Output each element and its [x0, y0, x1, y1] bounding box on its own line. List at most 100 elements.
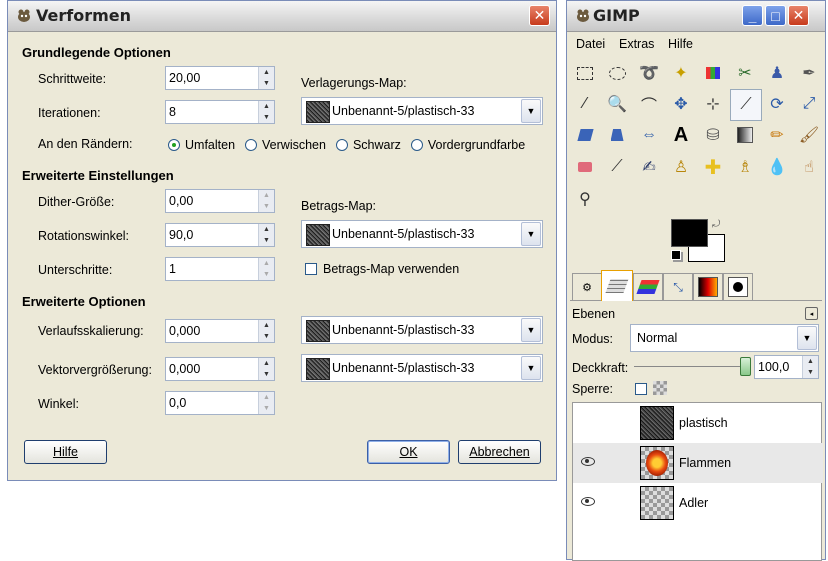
- dialog-close-button[interactable]: ✕: [529, 5, 550, 26]
- angle-down-icon[interactable]: ▼: [259, 403, 274, 414]
- vector-magnitude-input[interactable]: [166, 358, 258, 380]
- tab-tool-options[interactable]: ⚙: [572, 273, 602, 301]
- opacity-down-icon[interactable]: ▼: [803, 367, 818, 378]
- use-magnitude-map-checkbox[interactable]: [305, 263, 317, 275]
- foreground-color-swatch[interactable]: [671, 219, 708, 247]
- shear-icon[interactable]: [570, 120, 600, 150]
- align-icon[interactable]: ⊹: [698, 89, 728, 119]
- chevron-down-icon[interactable]: ▼: [521, 318, 541, 342]
- gradient-scale-input[interactable]: [166, 320, 258, 342]
- fuzzy-select-icon[interactable]: ✦: [666, 58, 696, 88]
- cancel-button[interactable]: Abbrechen: [458, 440, 541, 464]
- ok-button[interactable]: OK: [367, 440, 450, 464]
- dither-input[interactable]: [166, 190, 258, 212]
- chevron-down-icon[interactable]: ▼: [521, 99, 541, 123]
- rotation-up-icon[interactable]: ▲: [259, 224, 274, 235]
- edge-radio-verwischen[interactable]: Verwischen: [245, 138, 326, 152]
- perspective-icon[interactable]: [602, 120, 632, 150]
- help-button[interactable]: Hilfe: [24, 440, 107, 464]
- dither-down-icon[interactable]: ▼: [259, 201, 274, 212]
- gimp-close-button[interactable]: ✕: [788, 5, 809, 26]
- paintbrush-icon[interactable]: 🖌: [794, 120, 824, 150]
- move-icon[interactable]: ✥: [666, 89, 696, 119]
- ink-icon[interactable]: ✍: [634, 152, 664, 182]
- substeps-down-icon[interactable]: ▼: [259, 269, 274, 280]
- flip-icon[interactable]: ⇔: [634, 120, 664, 150]
- tab-gradients[interactable]: [693, 273, 723, 301]
- rotation-input[interactable]: [166, 224, 258, 246]
- dodge-burn-icon[interactable]: ⚲: [570, 184, 600, 214]
- angle-input[interactable]: [166, 392, 258, 414]
- menu-hilfe[interactable]: Hilfe: [668, 37, 693, 51]
- tab-paths[interactable]: ⤡: [663, 273, 693, 301]
- chevron-down-icon[interactable]: ▼: [521, 356, 541, 380]
- text-icon[interactable]: A: [666, 120, 696, 150]
- vector-down-icon[interactable]: ▼: [259, 369, 274, 380]
- swap-colors-icon[interactable]: ⤾: [712, 219, 720, 230]
- layer-row-plastisch[interactable]: plastisch: [573, 403, 823, 443]
- visibility-eye-icon[interactable]: [581, 457, 595, 466]
- lasso-icon[interactable]: ➰: [634, 58, 664, 88]
- tab-channels[interactable]: [633, 273, 663, 301]
- blur-icon[interactable]: 💧: [762, 152, 792, 182]
- iterations-input[interactable]: [166, 101, 258, 123]
- gimp-titlebar[interactable]: GIMP _ □ ✕: [567, 1, 825, 32]
- default-colors-icon[interactable]: [671, 250, 681, 260]
- rotate-icon[interactable]: ⟳: [762, 89, 792, 119]
- eraser-icon[interactable]: [570, 152, 600, 182]
- tab-layers[interactable]: [601, 270, 633, 301]
- panel-menu-icon[interactable]: ◂: [805, 307, 818, 320]
- iterations-down-icon[interactable]: ▼: [259, 112, 274, 123]
- gradient-up-icon[interactable]: ▲: [259, 320, 274, 331]
- opacity-up-icon[interactable]: ▲: [803, 356, 818, 367]
- zoom-icon[interactable]: 🔍: [602, 89, 632, 119]
- edge-radio-vordergrundfarbe[interactable]: Vordergrundfarbe: [410, 138, 525, 152]
- visibility-eye-icon[interactable]: [581, 497, 595, 506]
- use-magnitude-map-label[interactable]: Betrags-Map verwenden: [323, 262, 459, 276]
- opacity-slider-handle[interactable]: [740, 357, 751, 376]
- substeps-input[interactable]: [166, 258, 258, 280]
- gradient-down-icon[interactable]: ▼: [259, 331, 274, 342]
- color-picker-icon[interactable]: ⁄: [570, 89, 600, 119]
- edge-radio-umfalten[interactable]: Umfalten: [168, 138, 235, 152]
- vector-up-icon[interactable]: ▲: [259, 358, 274, 369]
- perspective-clone-icon[interactable]: ♗: [730, 152, 760, 182]
- measure-icon[interactable]: ⌒: [634, 89, 664, 119]
- lock-checkbox[interactable]: [635, 383, 647, 395]
- menu-datei[interactable]: Datei: [576, 37, 605, 51]
- displacement-map-combo[interactable]: Unbenannt-5/plastisch-33 ▼: [301, 97, 543, 125]
- clone-icon[interactable]: ♙: [666, 152, 696, 182]
- step-up-icon[interactable]: ▲: [259, 67, 274, 78]
- step-down-icon[interactable]: ▼: [259, 78, 274, 89]
- angle-up-icon[interactable]: ▲: [259, 392, 274, 403]
- opacity-slider-track[interactable]: [634, 366, 747, 367]
- tab-brushes[interactable]: [723, 273, 753, 301]
- crop-icon[interactable]: ⟋: [730, 89, 762, 121]
- magnitude-map-combo[interactable]: Unbenannt-5/plastisch-33 ▼: [301, 220, 543, 248]
- gradient-icon[interactable]: [730, 120, 760, 150]
- rotation-down-icon[interactable]: ▼: [259, 235, 274, 246]
- bucket-fill-icon[interactable]: ⛁: [698, 120, 728, 150]
- rect-select-icon[interactable]: [570, 58, 600, 88]
- substeps-up-icon[interactable]: ▲: [259, 258, 274, 269]
- ellipse-select-icon[interactable]: [602, 58, 632, 88]
- layer-row-adler[interactable]: Adler: [573, 483, 823, 523]
- menu-extras[interactable]: Extras: [619, 37, 654, 51]
- heal-icon[interactable]: ✚: [698, 152, 728, 182]
- dialog-titlebar[interactable]: Verformen ✕: [8, 1, 556, 32]
- color-select-icon[interactable]: [698, 58, 728, 88]
- dither-up-icon[interactable]: ▲: [259, 190, 274, 201]
- gradient-map-combo[interactable]: Unbenannt-5/plastisch-33 ▼: [301, 316, 543, 344]
- chevron-down-icon[interactable]: ▼: [521, 222, 541, 246]
- scissors-icon[interactable]: ✂: [730, 58, 760, 88]
- chevron-down-icon[interactable]: ▼: [797, 326, 817, 350]
- minimize-button[interactable]: _: [742, 5, 763, 26]
- opacity-input[interactable]: [755, 356, 802, 378]
- vector-map-combo[interactable]: Unbenannt-5/plastisch-33 ▼: [301, 354, 543, 382]
- foreground-select-icon[interactable]: ♟: [762, 58, 792, 88]
- pencil-icon[interactable]: ✏: [762, 120, 792, 150]
- edge-radio-schwarz[interactable]: Schwarz: [335, 138, 401, 152]
- layer-row-flammen[interactable]: Flammen: [573, 443, 823, 483]
- mode-combo[interactable]: Normal ▼: [630, 324, 819, 352]
- smudge-icon[interactable]: ☝: [794, 152, 824, 182]
